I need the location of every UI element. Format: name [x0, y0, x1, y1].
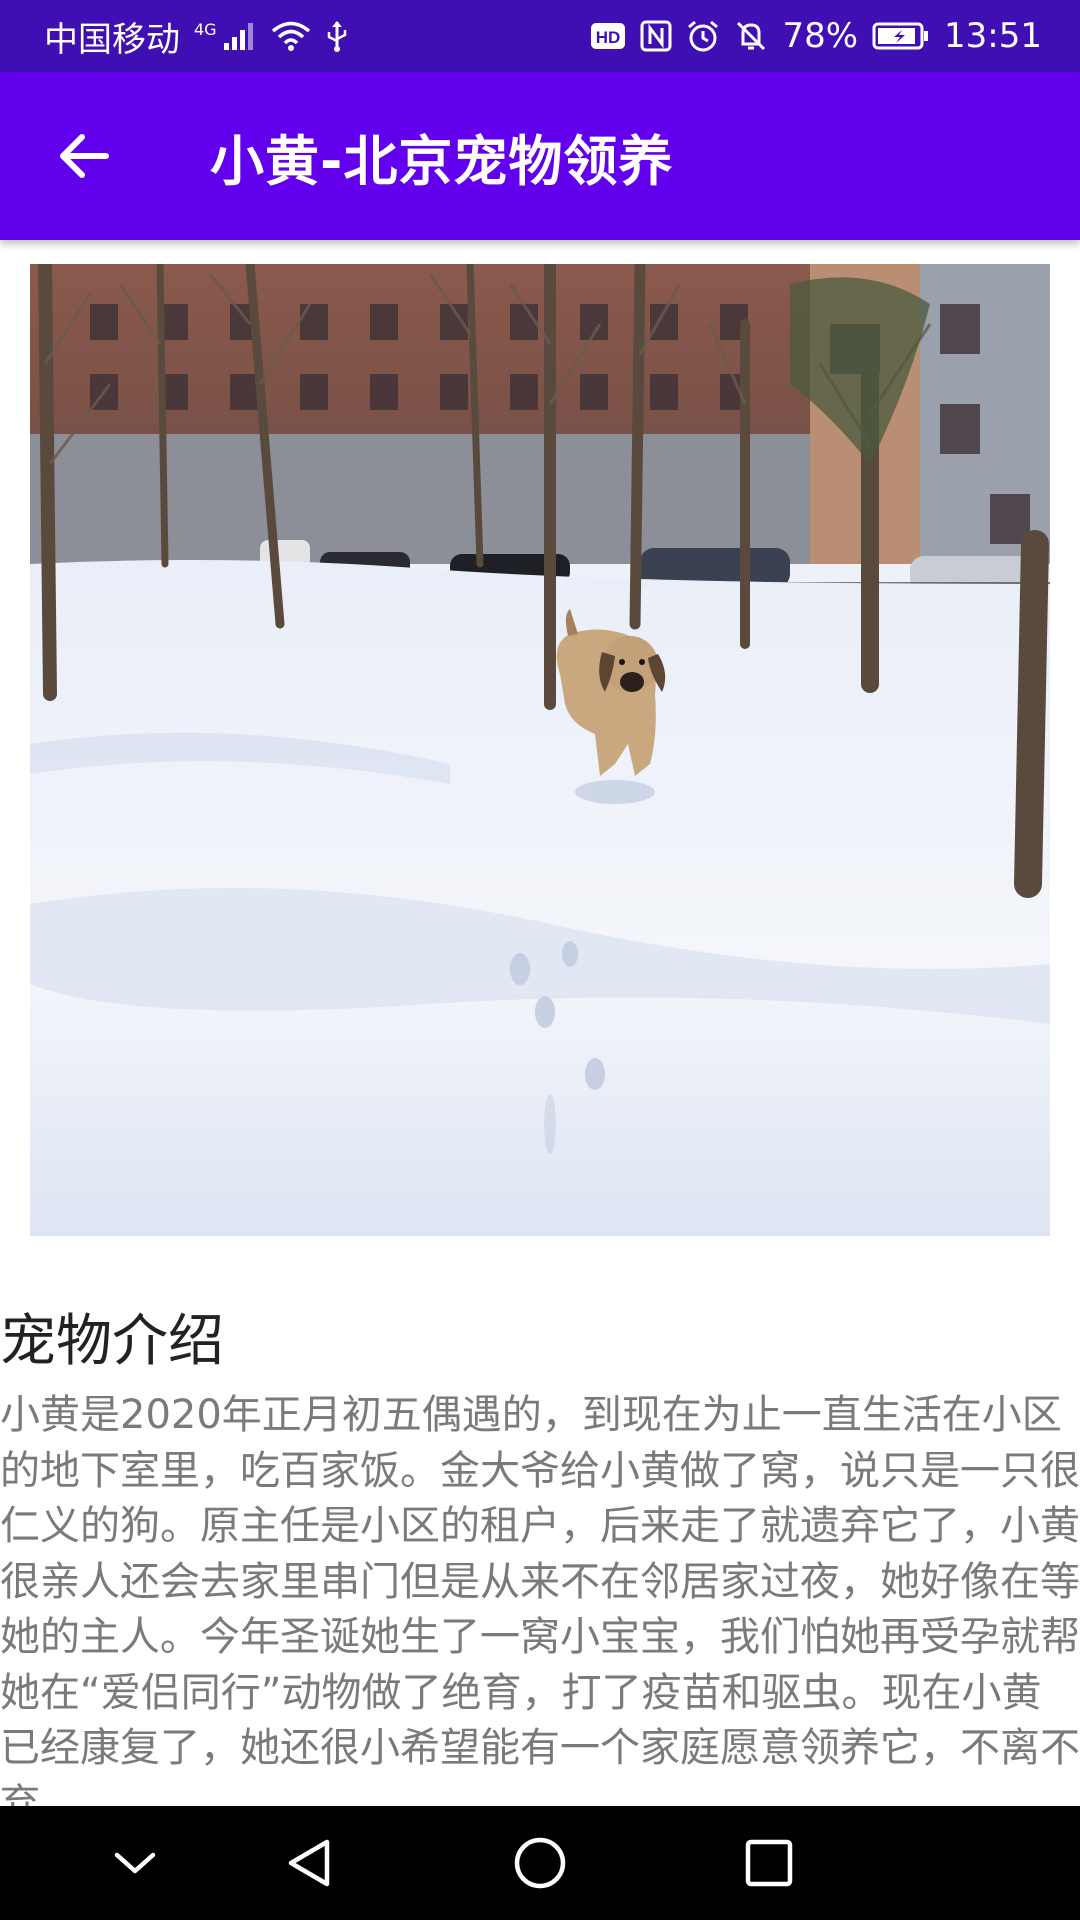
alarm-icon: [686, 19, 720, 53]
nfc-icon: [640, 20, 672, 52]
wifi-icon: [271, 20, 311, 52]
svg-text:HD: HD: [596, 28, 621, 47]
nav-recents-button[interactable]: [712, 1806, 826, 1920]
usb-icon: [325, 19, 349, 53]
home-circle-icon: [514, 1837, 566, 1889]
chevron-down-icon: [114, 1852, 156, 1874]
mute-icon: [734, 19, 768, 53]
signal-icon: [223, 21, 257, 51]
arrow-back-icon: [60, 134, 109, 178]
app-bar: 小黄-北京宠物领养: [0, 72, 1080, 240]
back-triangle-icon: [288, 1839, 330, 1887]
page-title: 小黄-北京宠物领养: [210, 129, 674, 193]
carrier-name: 中国移动: [44, 19, 180, 60]
hd-icon: HD: [590, 22, 626, 50]
pet-description: 小黄是2020年正月初五偶遇的，到现在为止一直生活在小区的地下室里，吃百家饭。金…: [0, 1392, 1080, 1806]
clock: 13:51: [944, 16, 1042, 56]
battery-percent: 78%: [782, 16, 859, 56]
nav-home-button[interactable]: [483, 1806, 597, 1920]
status-bar-left: 中国移动 4G: [44, 12, 349, 61]
battery-icon: [872, 21, 930, 51]
screen: 中国移动 4G HD 78% 13:51 小黄-北京宠物领养 宠物介绍 小黄是2…: [0, 0, 1080, 1920]
hide-nav-button[interactable]: [78, 1806, 192, 1920]
navigation-bar: [0, 1806, 1080, 1920]
status-bar-right: HD 78% 13:51: [590, 16, 1042, 56]
section-title: 宠物介绍: [0, 1309, 224, 1374]
back-button[interactable]: [36, 108, 132, 204]
recents-square-icon: [745, 1839, 793, 1887]
status-bar: 中国移动 4G HD 78% 13:51: [0, 0, 1080, 72]
nav-back-button[interactable]: [252, 1806, 366, 1920]
network-type: 4G: [194, 19, 217, 39]
pet-photo[interactable]: [30, 264, 1050, 1236]
